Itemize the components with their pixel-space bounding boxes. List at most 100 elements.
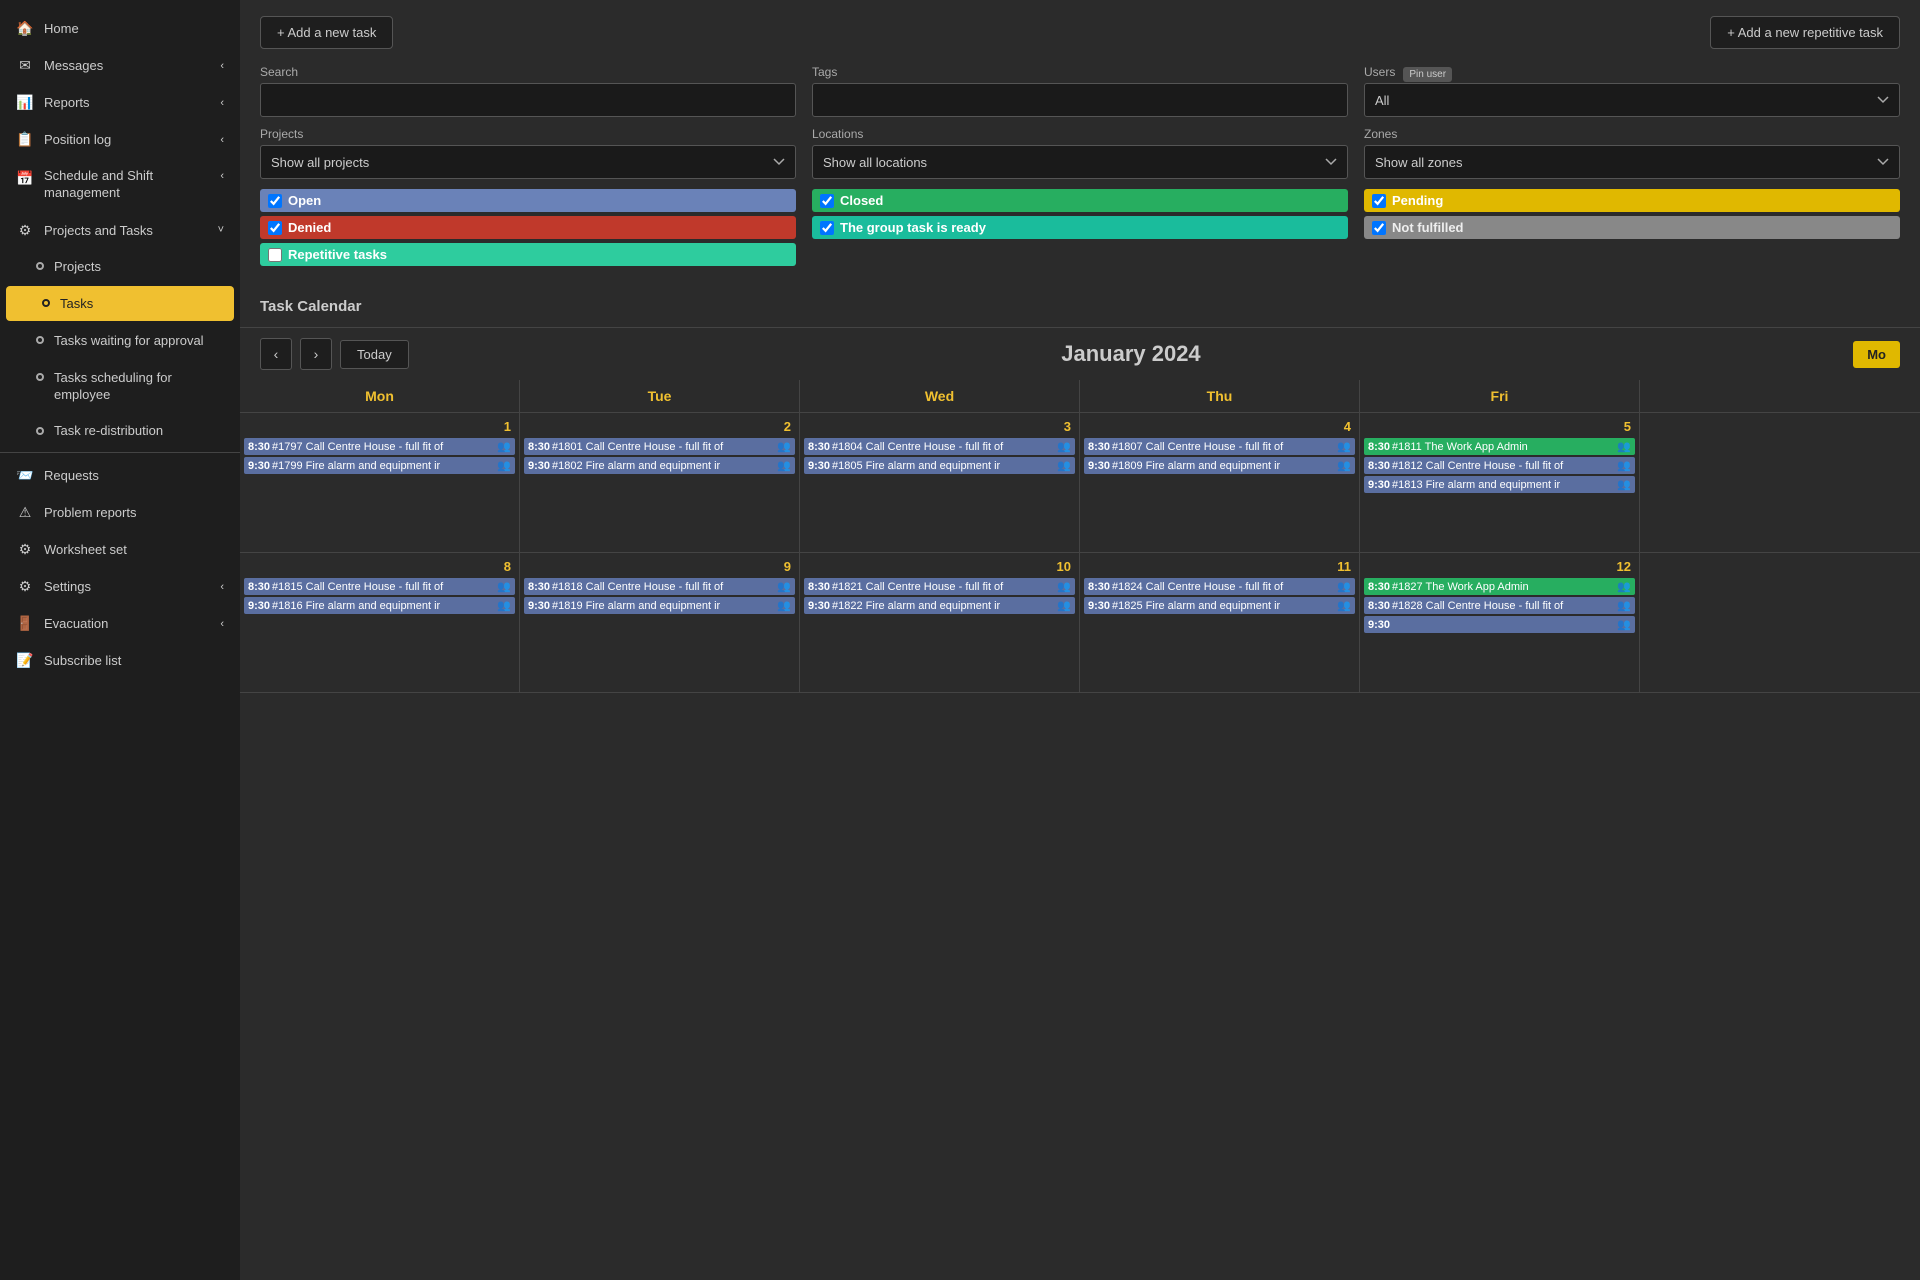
cal-event[interactable]: 9:30#1816 Fire alarm and equipment ir👥 [244, 597, 515, 614]
sidebar-item-label: Schedule and Shift management [44, 168, 210, 202]
add-repetitive-task-button[interactable]: + Add a new repetitive task [1710, 16, 1900, 49]
checkbox-repetitive-input[interactable] [268, 248, 282, 262]
users-select[interactable]: All [1364, 83, 1900, 117]
sidebar-item-problem-reports[interactable]: ⚠ Problem reports [0, 494, 240, 531]
sidebar-item-tasks-waiting-sub[interactable]: Tasks waiting for approval [0, 323, 240, 360]
cal-event[interactable]: 8:30#1821 Call Centre House - full fit o… [804, 578, 1075, 595]
zones-label: Zones [1364, 127, 1900, 141]
checkbox-denied[interactable]: Denied [260, 216, 796, 239]
projects-tasks-icon: ⚙ [16, 222, 34, 239]
sidebar-item-settings[interactable]: ⚙ Settings ‹ [0, 568, 240, 605]
search-input[interactable] [260, 83, 796, 117]
cal-event[interactable]: 8:30#1824 Call Centre House - full fit o… [1084, 578, 1355, 595]
cal-header-tue: Tue [520, 380, 800, 412]
sidebar-item-task-redistribution-sub[interactable]: Task re-distribution [0, 413, 240, 448]
cal-event[interactable]: 9:30#1813 Fire alarm and equipment ir👥 [1364, 476, 1635, 493]
cal-cell-8: 8 8:30#1815 Call Centre House - full fit… [240, 553, 520, 692]
locations-group: Locations Show all locations [812, 127, 1348, 179]
users-label-row: Users Pin user [1364, 65, 1900, 83]
checkbox-pending[interactable]: Pending [1364, 189, 1900, 212]
cal-header-wed: Wed [800, 380, 1080, 412]
sidebar-item-projects-tasks[interactable]: ⚙ Projects and Tasks ˅ [0, 212, 240, 249]
sidebar-item-label: Subscribe list [44, 653, 121, 668]
cal-header-mon: Mon [240, 380, 520, 412]
locations-select[interactable]: Show all locations [812, 145, 1348, 179]
sidebar-item-messages[interactable]: ✉ Messages ‹ [0, 47, 240, 84]
zones-group: Zones Show all zones [1364, 127, 1900, 179]
chevron-icon: ‹ [220, 60, 224, 72]
add-task-button[interactable]: + Add a new task [260, 16, 393, 49]
cal-header-fri: Fri [1360, 380, 1640, 412]
calendar-prev-button[interactable]: ‹ [260, 338, 292, 370]
sidebar-item-label: Position log [44, 132, 111, 147]
cal-event[interactable]: 9:30#1825 Fire alarm and equipment ir👥 [1084, 597, 1355, 614]
sidebar-item-tasks-scheduling-sub[interactable]: Tasks scheduling for employee [0, 360, 240, 414]
worksheet-set-icon: ⚙ [16, 541, 34, 558]
cal-date-11: 11 [1084, 557, 1355, 578]
sidebar-item-label: Worksheet set [44, 542, 127, 557]
cal-event[interactable]: 9:30#1802 Fire alarm and equipment ir👥 [524, 457, 795, 474]
checkbox-pending-input[interactable] [1372, 194, 1386, 208]
sidebar-item-label: Tasks [60, 296, 93, 311]
checkbox-closed[interactable]: Closed [812, 189, 1348, 212]
cal-event[interactable]: 8:30#1797 Call Centre House - full fit o… [244, 438, 515, 455]
subscribe-list-icon: 📝 [16, 652, 34, 669]
cal-event[interactable]: 9:30#1799 Fire alarm and equipment ir👥 [244, 457, 515, 474]
zones-select[interactable]: Show all zones [1364, 145, 1900, 179]
sidebar-item-label: Projects [54, 259, 101, 274]
checkbox-denied-input[interactable] [268, 221, 282, 235]
checkbox-not-fulfilled-input[interactable] [1372, 221, 1386, 235]
sub-dot-icon [42, 299, 50, 307]
cal-event[interactable]: 8:30#1807 Call Centre House - full fit o… [1084, 438, 1355, 455]
sidebar-item-worksheet-set[interactable]: ⚙ Worksheet set [0, 531, 240, 568]
calendar-view-button[interactable]: Mo [1853, 341, 1900, 368]
messages-icon: ✉ [16, 57, 34, 74]
cal-event[interactable]: 8:30#1815 Call Centre House - full fit o… [244, 578, 515, 595]
checkbox-not-fulfilled[interactable]: Not fulfilled [1364, 216, 1900, 239]
sidebar-item-home[interactable]: 🏠 Home [0, 10, 240, 47]
sub-dot-icon [36, 373, 44, 381]
checkbox-group-ready[interactable]: The group task is ready [812, 216, 1348, 239]
sidebar-item-reports[interactable]: 📊 Reports ‹ [0, 84, 240, 121]
sub-dot-icon [36, 336, 44, 344]
projects-group: Projects Show all projects [260, 127, 796, 179]
sidebar: 🏠 Home ✉ Messages ‹ 📊 Reports ‹ 📋 Positi… [0, 0, 240, 1280]
cal-event[interactable]: 8:30#1812 Call Centre House - full fit o… [1364, 457, 1635, 474]
checkbox-repetitive[interactable]: Repetitive tasks [260, 243, 796, 266]
sidebar-item-position-log[interactable]: 📋 Position log ‹ [0, 121, 240, 158]
checkbox-open[interactable]: Open [260, 189, 796, 212]
sidebar-item-evacuation[interactable]: 🚪 Evacuation ‹ [0, 605, 240, 642]
cal-event[interactable]: 9:30#1805 Fire alarm and equipment ir👥 [804, 457, 1075, 474]
calendar-next-button[interactable]: › [300, 338, 332, 370]
checkbox-closed-input[interactable] [820, 194, 834, 208]
cal-event[interactable]: 9:30#1822 Fire alarm and equipment ir👥 [804, 597, 1075, 614]
cal-event-green[interactable]: 8:30#1827 The Work App Admin👥 [1364, 578, 1635, 595]
sidebar-item-label: Tasks waiting for approval [54, 333, 204, 350]
cal-event[interactable]: 9:30#1819 Fire alarm and equipment ir👥 [524, 597, 795, 614]
sidebar-item-schedule[interactable]: 📅 Schedule and Shift management ‹ [0, 158, 240, 212]
sidebar-item-tasks-sub[interactable]: Tasks [6, 286, 234, 321]
checkbox-open-input[interactable] [268, 194, 282, 208]
cal-event[interactable]: 8:30#1801 Call Centre House - full fit o… [524, 438, 795, 455]
cal-event[interactable]: 9:30#1809 Fire alarm and equipment ir👥 [1084, 457, 1355, 474]
cal-event[interactable]: 8:30#1818 Call Centre House - full fit o… [524, 578, 795, 595]
calendar-today-button[interactable]: Today [340, 340, 409, 369]
sidebar-item-projects-sub[interactable]: Projects [0, 249, 240, 284]
cal-event[interactable]: 9:30👥 [1364, 616, 1635, 633]
tags-input[interactable] [812, 83, 1348, 117]
cal-event[interactable]: 8:30#1828 Call Centre House - full fit o… [1364, 597, 1635, 614]
calendar-header-bar: Task Calendar [240, 286, 1920, 328]
chevron-icon: ‹ [220, 134, 224, 146]
sidebar-item-requests[interactable]: 📨 Requests [0, 457, 240, 494]
sidebar-item-label: Requests [44, 468, 99, 483]
cal-event[interactable]: 8:30#1804 Call Centre House - full fit o… [804, 438, 1075, 455]
cal-date-12: 12 [1364, 557, 1635, 578]
projects-select[interactable]: Show all projects [260, 145, 796, 179]
sidebar-item-subscribe-list[interactable]: 📝 Subscribe list [0, 642, 240, 679]
top-panel: + Add a new task + Add a new repetitive … [240, 0, 1920, 276]
checkbox-group-ready-input[interactable] [820, 221, 834, 235]
checkbox-col-2: Closed The group task is ready [812, 189, 1348, 266]
settings-icon: ⚙ [16, 578, 34, 595]
cal-event-green[interactable]: 8:30#1811 The Work App Admin👥 [1364, 438, 1635, 455]
users-group: Users Pin user All [1364, 65, 1900, 117]
